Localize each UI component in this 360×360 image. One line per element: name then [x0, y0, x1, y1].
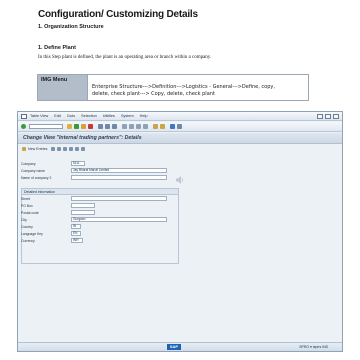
maximize-icon[interactable]: [325, 113, 331, 119]
menu-utilities[interactable]: Utilities: [103, 114, 115, 118]
new-entries-button[interactable]: New Entries: [28, 147, 47, 151]
img-menu-path-line2: delete, check plant---> Copy, delete, ch…: [92, 91, 215, 97]
print-icon[interactable]: [98, 124, 103, 129]
po-box-label: PO Box: [21, 203, 33, 208]
detailed-information-title: Detailed information: [22, 189, 178, 195]
img-menu-path-line1: Enterprise Structure--->Definition--->Lo…: [92, 84, 275, 90]
screen-title: Change View "Internal trading partners":…: [18, 133, 342, 144]
sap-window: Table View Edit Goto Selection Utilities…: [17, 111, 343, 352]
menu-selection[interactable]: Selection: [81, 114, 97, 118]
application-toolbar: New Entries: [18, 145, 342, 153]
currency-field[interactable]: INR: [71, 238, 83, 243]
street-field[interactable]: [71, 196, 167, 201]
street-row: Street: [21, 196, 167, 201]
currency-row: Currency INR: [21, 238, 83, 243]
delete-icon[interactable]: [57, 147, 62, 151]
find-icon[interactable]: [105, 124, 110, 129]
next-page-icon[interactable]: [136, 124, 141, 129]
img-menu-table: IMG Menu Enterprise Structure--->Definit…: [37, 74, 309, 101]
country-row: Country IN: [21, 224, 81, 229]
undo-icon[interactable]: [63, 147, 68, 151]
company-name-row: Company name Jay Bharat Maruti Limited: [21, 168, 167, 173]
next-entry-icon[interactable]: [75, 147, 80, 151]
img-menu-path: Enterprise Structure--->Definition--->Lo…: [88, 75, 308, 100]
postal-code-row: Postal code: [21, 210, 95, 215]
close-icon[interactable]: [333, 113, 339, 119]
new-entries-icon[interactable]: [22, 147, 26, 151]
command-field[interactable]: [29, 124, 63, 129]
company-name-label: Company name: [21, 168, 45, 173]
company-row: Company 5111: [21, 161, 85, 166]
sap-standard-toolbar: [18, 122, 342, 132]
language-key-row: Language Key EN: [21, 231, 81, 236]
exit-icon[interactable]: [81, 124, 86, 129]
city-field[interactable]: Gurgaon: [71, 217, 167, 222]
window-menu-icon[interactable]: [21, 113, 27, 119]
sap-logo: SAP: [167, 344, 181, 350]
sap-menubar: Table View Edit Goto Selection Utilities…: [18, 112, 342, 121]
back-icon[interactable]: [74, 124, 79, 129]
system-status[interactable]: SPRO ▾ iepirs INS: [299, 345, 328, 349]
status-bar: SAP SPRO ▾ iepirs INS: [18, 342, 342, 351]
new-session-icon[interactable]: [153, 124, 158, 129]
menu-goto[interactable]: Goto: [67, 114, 75, 118]
previous-entry-icon[interactable]: [69, 147, 74, 151]
currency-label: Currency: [21, 238, 35, 243]
menu-help[interactable]: Help: [140, 114, 148, 118]
copy-icon[interactable]: [51, 147, 56, 151]
city-row: City Gurgaon: [21, 217, 167, 222]
customize-layout-icon[interactable]: [177, 124, 182, 129]
language-key-label: Language Key: [21, 231, 43, 236]
step-description: In this Step plant is defined, the plant…: [38, 55, 212, 60]
po-box-field[interactable]: [71, 203, 95, 208]
country-field[interactable]: IN: [71, 224, 81, 229]
menu-table-view[interactable]: Table View: [30, 114, 48, 118]
step-heading: 1. Define Plant: [38, 45, 76, 51]
section-title: 1. Organization Structure: [38, 24, 104, 30]
first-page-icon[interactable]: [122, 124, 127, 129]
find-next-icon[interactable]: [112, 124, 117, 129]
language-key-field[interactable]: EN: [71, 231, 81, 236]
company2-row: Name of company 2: [21, 175, 167, 180]
city-label: City: [21, 217, 27, 222]
postal-code-field[interactable]: [71, 210, 95, 215]
cancel-icon[interactable]: [88, 124, 93, 129]
select-all-icon[interactable]: [81, 147, 86, 151]
previous-page-icon[interactable]: [129, 124, 134, 129]
shortcut-icon[interactable]: [160, 124, 165, 129]
last-page-icon[interactable]: [143, 124, 148, 129]
minimize-icon[interactable]: [317, 113, 323, 119]
document-title: Configuration/ Customizing Details: [38, 9, 198, 20]
save-icon[interactable]: [67, 124, 72, 129]
enter-icon[interactable]: [21, 124, 26, 129]
country-label: Country: [21, 224, 33, 229]
company-name-field[interactable]: Jay Bharat Maruti Limited: [71, 168, 167, 173]
menu-system[interactable]: System: [121, 114, 134, 118]
speaker-icon: [176, 176, 184, 184]
postal-code-label: Postal code: [21, 210, 39, 215]
window-controls: [317, 113, 339, 119]
company-label: Company: [21, 161, 36, 166]
menu-edit[interactable]: Edit: [54, 114, 61, 118]
help-icon[interactable]: [170, 124, 175, 129]
company-field[interactable]: 5111: [71, 161, 85, 166]
company2-label: Name of company 2: [21, 175, 52, 180]
img-menu-label: IMG Menu: [38, 75, 88, 100]
street-label: Street: [21, 196, 31, 201]
company2-field[interactable]: [71, 175, 167, 180]
po-box-row: PO Box: [21, 203, 95, 208]
